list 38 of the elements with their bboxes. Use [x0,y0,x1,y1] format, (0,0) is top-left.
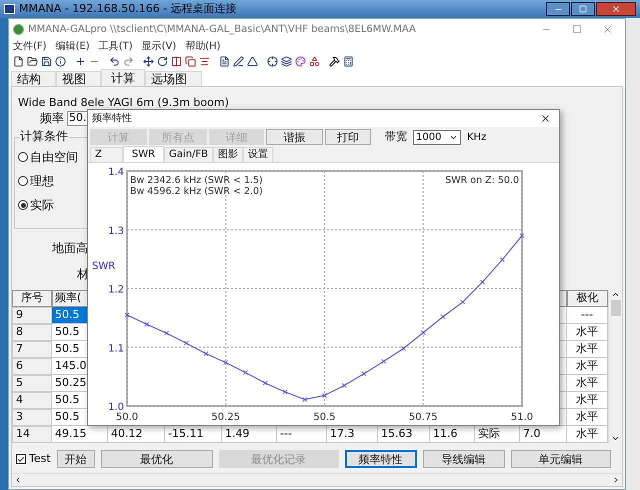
bandwidth-unit: KHz [467,130,486,144]
row-header: 6 [12,358,52,375]
dialog-title: 频率特性 [92,112,132,126]
radio-label: 实际 [30,199,54,211]
antenna-name: Wide Band 8ele YAGI 6m (9.3m boom) [18,96,229,109]
material-label: 材 [77,266,89,283]
column-header: 序号 [12,290,52,307]
checkbox-label: Test [29,450,51,467]
bandwidth-label: 带宽 [385,128,407,145]
x-tick-label: 50.5 [313,412,336,423]
column-header: 极化 [567,290,608,307]
impedance-note: SWR on Z: 50.0 [445,175,519,186]
y-tick-label: 1.1 [108,343,124,354]
radio-label: 自由空间 [30,151,78,163]
group-title: 计算条件 [19,130,69,142]
row-header: 8 [12,324,52,341]
remote-window-title: MMANA - 192.168.50.166 - 远程桌面连接 [19,0,237,17]
window-title: MMANA-GALpro \\tsclient\C\MMANA-GAL_Basic\ANT\VHF beams\8EL6MW.MAA [28,22,416,36]
row-header: 5 [12,375,52,392]
x-tick-label: 50.25 [211,412,240,423]
y-tick-label: 1.2 [108,284,124,296]
row-header: 9 [12,307,52,324]
row-header: 7 [12,341,52,358]
x-tick-label: 51.0 [510,412,534,423]
radio-label: 理想 [30,175,54,187]
x-tick-label: 50.75 [408,412,438,423]
y-tick-label: 1.0 [108,402,124,413]
row-header: 4 [12,392,52,409]
y-tick-label: 1.3 [108,226,124,237]
frequency-label: 频率 [40,110,64,127]
x-tick-label: 50.0 [116,412,138,423]
row-header: 3 [12,409,52,426]
y-tick-label: 1.4 [108,167,124,178]
ground-height-label: 地面高 [52,240,88,257]
bandwidth-note: Bw 4596.2 kHz (SWR < 2.0) [130,186,263,197]
y-axis-label: SWR [92,261,116,272]
bandwidth-note: Bw 2342.6 kHz (SWR < 1.5) [130,175,263,186]
row-header: 14 [12,426,52,443]
